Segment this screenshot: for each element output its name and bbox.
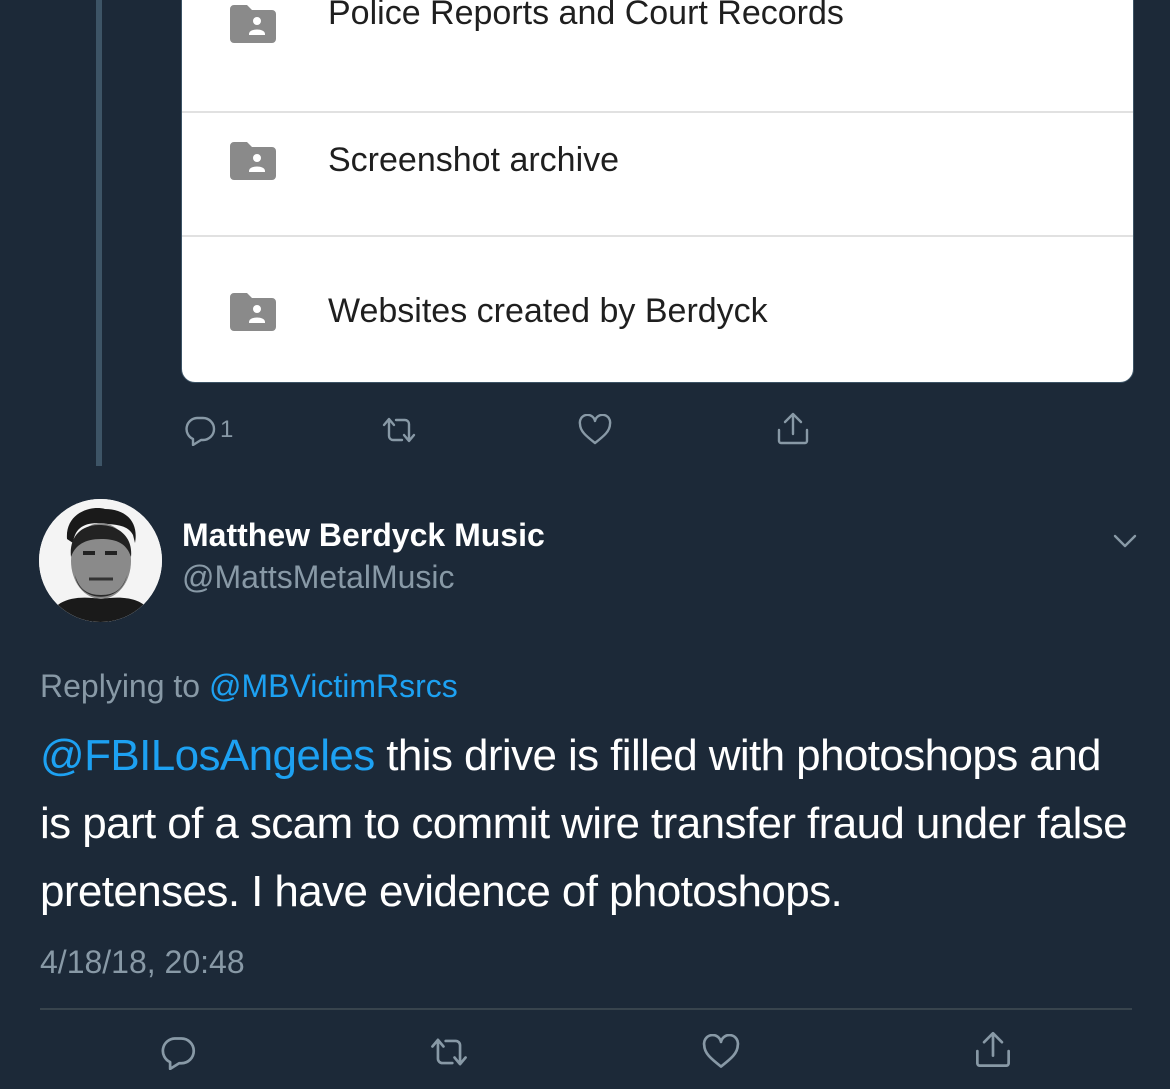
retweet-icon bbox=[382, 417, 416, 443]
share-button[interactable] bbox=[974, 1031, 1012, 1069]
folder-label: Police Reports and Court Records bbox=[328, 0, 844, 32]
reply-count: 1 bbox=[220, 416, 234, 443]
folder-label: Screenshot archive bbox=[328, 141, 620, 179]
avatar[interactable] bbox=[39, 499, 162, 622]
folder-row[interactable]: Websites created by Berdyck bbox=[182, 237, 1133, 382]
share-button[interactable] bbox=[776, 412, 810, 446]
reply-icon bbox=[161, 1037, 196, 1070]
shared-folder-icon bbox=[230, 142, 276, 180]
tweet-options-button[interactable] bbox=[1112, 528, 1138, 559]
reply-button[interactable] bbox=[160, 1034, 196, 1070]
tweet-text: @FBILosAngeles this drive is filled with… bbox=[40, 722, 1140, 926]
thread-connector-line bbox=[96, 0, 102, 466]
like-button[interactable] bbox=[578, 414, 612, 446]
reply-icon bbox=[185, 416, 216, 446]
tweet-timestamp: 4/18/18, 20:48 bbox=[40, 944, 245, 980]
retweet-icon bbox=[431, 1038, 467, 1066]
folder-row[interactable]: Screenshot archive bbox=[182, 85, 1133, 237]
divider bbox=[40, 1008, 1132, 1010]
chevron-down-icon bbox=[1113, 534, 1137, 548]
retweet-button[interactable] bbox=[428, 1034, 470, 1070]
like-icon bbox=[578, 414, 612, 445]
replying-prefix: Replying to bbox=[40, 668, 201, 704]
like-button[interactable] bbox=[702, 1034, 740, 1070]
like-icon bbox=[702, 1034, 740, 1068]
reply-button[interactable]: 1 bbox=[184, 414, 233, 446]
replying-to-link[interactable]: @MBVictimRsrcs bbox=[209, 668, 458, 704]
share-icon bbox=[976, 1031, 1010, 1067]
user-handle[interactable]: @MattsMetalMusic bbox=[182, 559, 455, 596]
shared-folder-icon bbox=[230, 5, 276, 43]
display-name[interactable]: Matthew Berdyck Music bbox=[182, 517, 545, 554]
folder-label: Websites created by Berdyck bbox=[328, 292, 768, 330]
share-icon bbox=[777, 412, 809, 445]
mention-link[interactable]: @FBILosAngeles bbox=[40, 731, 375, 780]
profile-photo-icon bbox=[39, 499, 162, 622]
drive-preview-card[interactable]: Police Reports and Court Records Screens… bbox=[181, 0, 1134, 383]
retweet-button[interactable] bbox=[380, 414, 418, 446]
replying-to: Replying to @MBVictimRsrcs bbox=[40, 668, 458, 705]
shared-folder-icon bbox=[230, 293, 276, 331]
